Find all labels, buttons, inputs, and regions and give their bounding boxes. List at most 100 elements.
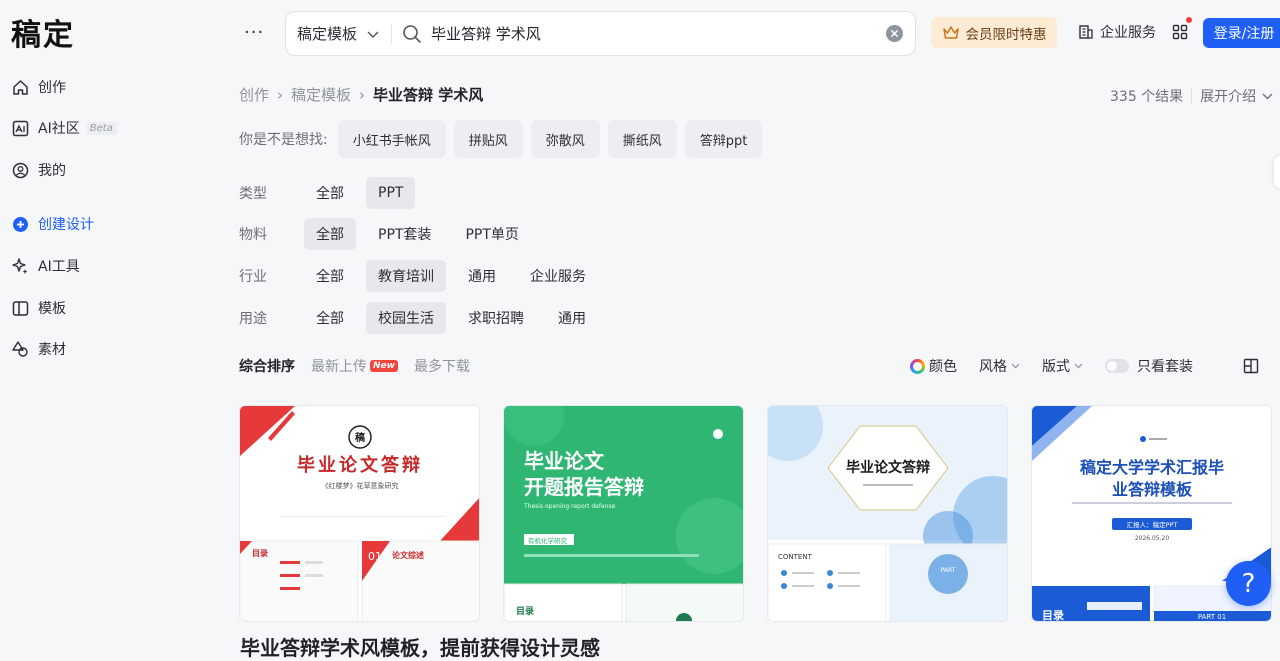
- ai-community-icon: [11, 119, 29, 137]
- chevron-down-icon: [1262, 93, 1273, 99]
- sidebar-item-label: 我的: [38, 163, 66, 179]
- filter-option[interactable]: PPT单页: [453, 218, 530, 250]
- sidebar-item-materials[interactable]: 素材: [11, 334, 66, 364]
- filter-row-usage: 用途 全部 校园生活 求职招聘 通用: [239, 302, 608, 334]
- filter-option[interactable]: 企业服务: [518, 260, 598, 292]
- filter-option-selected[interactable]: 全部: [304, 218, 356, 250]
- search-scope-select[interactable]: 稿定模板: [286, 23, 393, 44]
- sort-option-comprehensive[interactable]: 综合排序: [239, 356, 295, 376]
- suggestion-chip[interactable]: 答辩ppt: [684, 120, 763, 158]
- toggle-switch[interactable]: [1105, 359, 1129, 373]
- template-card[interactable]: 毕业论文 开题报告答辩 Thesis opening report defens…: [503, 405, 744, 622]
- filter-row-industry: 行业 全部 教育培训 通用 企业服务: [239, 260, 608, 292]
- filter-row-type: 类型 全部 PPT: [239, 177, 425, 209]
- filter-option[interactable]: PPT套装: [366, 218, 443, 250]
- format-filter[interactable]: 版式: [1042, 356, 1083, 376]
- filter-label: 行业: [239, 269, 267, 285]
- expand-intro-button[interactable]: 展开介绍: [1200, 86, 1273, 106]
- search-input[interactable]: [431, 24, 872, 43]
- sparkle-icon: [11, 257, 29, 275]
- template-card[interactable]: 毕业论文答辩 CONTENT PART: [767, 405, 1008, 622]
- sidebar-item-templates[interactable]: 模板: [11, 293, 66, 323]
- filter-option[interactable]: 全部: [304, 177, 356, 209]
- filter-option[interactable]: 求职招聘: [456, 302, 536, 334]
- suggestion-chip[interactable]: 撕纸风: [607, 120, 677, 158]
- chevron-right-icon: ›: [359, 85, 366, 104]
- beta-badge: Beta: [85, 121, 117, 135]
- filter-option[interactable]: 通用: [456, 260, 508, 292]
- card-title-2: 开题报告答辩: [524, 475, 644, 499]
- divider: [1191, 89, 1193, 103]
- filter-row-material: 物料 全部 PPT套装 PPT单页: [239, 218, 541, 250]
- format-filter-label: 版式: [1042, 359, 1070, 375]
- help-button[interactable]: ?: [1226, 561, 1271, 606]
- sidebar-item-label: 素材: [38, 342, 66, 358]
- card-toc: 目录: [1042, 609, 1064, 622]
- suggestion-row: 你是不是想找: 小红书手帐风 拼贴风 弥散风 撕纸风 答辩ppt: [239, 120, 763, 158]
- grid-icon: [1172, 24, 1188, 40]
- suggestion-chip[interactable]: 弥散风: [530, 120, 600, 158]
- card-title-1: 毕业论文: [524, 449, 605, 473]
- crown-icon: [942, 25, 959, 39]
- more-menu-button[interactable]: ···: [244, 22, 264, 43]
- card-title: 毕业论文答辩: [297, 454, 423, 476]
- filter-option-selected[interactable]: PPT: [366, 177, 416, 209]
- card-date: 2026.05.20: [1135, 535, 1170, 542]
- sort-option-downloads[interactable]: 最多下载: [414, 356, 470, 376]
- card-content-label: CONTENT: [778, 553, 813, 561]
- style-filter[interactable]: 风格: [979, 356, 1020, 376]
- card-subtitle: 《红楼梦》花草意象研究: [322, 481, 399, 490]
- sort-option-newest[interactable]: 最新上传 New: [311, 356, 398, 376]
- breadcrumb: 创作 › 稿定模板 › 毕业答辩 学术风: [239, 84, 483, 105]
- search-box: 稿定模板: [285, 11, 916, 56]
- top-bar: ··· 稿定模板 会员限时特惠 企业服务 登录/注册: [218, 0, 1280, 66]
- sidebar-item-create[interactable]: 创作: [11, 72, 66, 102]
- suite-only-toggle[interactable]: 只看套装: [1105, 356, 1193, 376]
- enterprise-service-button[interactable]: 企业服务: [1078, 22, 1156, 42]
- sidebar-item-label: AI工具: [38, 259, 80, 275]
- login-register-button[interactable]: 登录/注册: [1203, 18, 1280, 48]
- sidebar-item-create-design[interactable]: 创建设计: [11, 209, 94, 239]
- vip-promo-button[interactable]: 会员限时特惠: [931, 17, 1057, 48]
- filter-option[interactable]: 通用: [546, 302, 598, 334]
- chevron-right-icon: ›: [277, 85, 284, 104]
- breadcrumb-item[interactable]: 稿定模板: [291, 84, 351, 105]
- breadcrumb-item[interactable]: 创作: [239, 84, 269, 105]
- sidebar-item-label: 创作: [38, 80, 66, 96]
- filter-option[interactable]: 全部: [304, 260, 356, 292]
- notification-dot: [1186, 17, 1192, 23]
- style-filter-label: 风格: [979, 359, 1007, 375]
- template-icon: [11, 299, 29, 317]
- card-title-2: 业答辩模板: [1112, 480, 1193, 499]
- layout-toggle-button[interactable]: [1243, 358, 1259, 378]
- search-icon: [403, 24, 421, 43]
- sort-option-label: 最新上传: [311, 359, 367, 375]
- clear-search-button[interactable]: [886, 25, 903, 42]
- apps-grid-button[interactable]: [1172, 24, 1188, 44]
- close-icon: [890, 29, 899, 38]
- vip-label: 会员限时特惠: [965, 26, 1047, 43]
- building-icon: [1079, 25, 1093, 39]
- sidebar-item-mine[interactable]: 我的: [11, 155, 66, 185]
- app-logo[interactable]: 稿定: [11, 10, 75, 54]
- sidebar-item-ai-community[interactable]: AI社区 Beta: [11, 113, 117, 143]
- template-card[interactable]: 稿 毕业论文答辩 《红楼梦》花草意象研究 目录 01 论文综述: [239, 405, 480, 622]
- layout-grid-icon: [1243, 358, 1259, 374]
- filter-option-selected[interactable]: 教育培训: [366, 260, 446, 292]
- suggestion-chip[interactable]: 小红书手帐风: [337, 120, 446, 158]
- color-filter[interactable]: 颜色: [910, 356, 957, 376]
- card-toc: 目录: [516, 606, 534, 617]
- card-en: Thesis opening report defense: [523, 503, 616, 510]
- home-icon: [11, 78, 29, 96]
- suggestion-chip[interactable]: 拼贴风: [453, 120, 523, 158]
- sidebar-item-ai-tools[interactable]: AI工具: [11, 251, 80, 281]
- card-part: PART 01: [1198, 613, 1226, 621]
- sort-bar: 综合排序 最新上传 New 最多下载: [239, 356, 486, 376]
- search-scope-label: 稿定模板: [297, 25, 358, 43]
- card-part-label: PART: [941, 567, 956, 574]
- side-edge-tab[interactable]: [1274, 155, 1280, 189]
- filter-label: 用途: [239, 311, 267, 327]
- filter-option[interactable]: 全部: [304, 302, 356, 334]
- filter-option-selected[interactable]: 校园生活: [366, 302, 446, 334]
- template-thumbnail: 毕业论文 开题报告答辩 Thesis opening report defens…: [504, 406, 743, 621]
